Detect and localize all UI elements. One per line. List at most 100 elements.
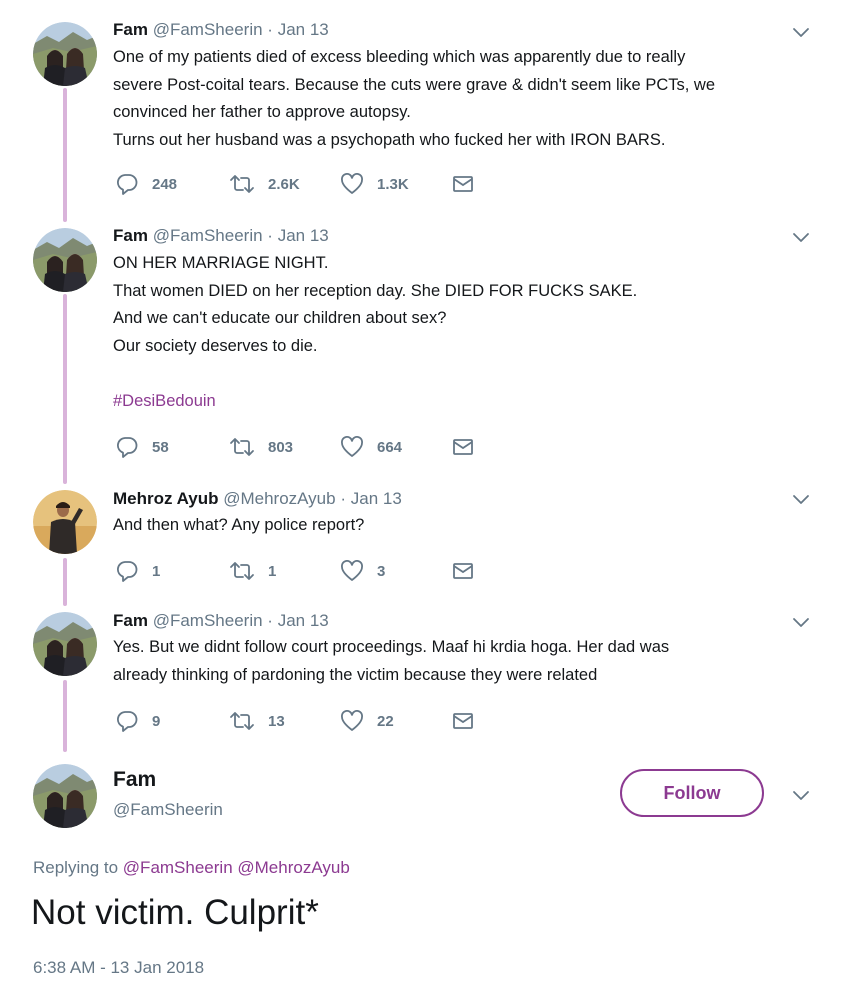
tweet-text: One of my patients died of excess bleedi… — [113, 44, 813, 154]
like-button[interactable]: 664 — [340, 436, 402, 458]
tweet-text-line: convinced her father to approve autopsy. — [113, 103, 411, 121]
retweet-count: 1 — [268, 562, 277, 580]
retweet-button[interactable]: 1 — [229, 560, 276, 582]
mention-link[interactable]: @FamSheerin — [123, 858, 233, 877]
reply-button[interactable]: 1 — [116, 560, 160, 582]
chevron-down-icon[interactable] — [792, 232, 810, 244]
chevron-down-icon[interactable] — [792, 494, 810, 506]
avatar[interactable] — [33, 764, 97, 828]
author-handle[interactable]: @FamSheerin — [113, 800, 223, 820]
separator: · — [340, 489, 346, 508]
tweet-date[interactable]: Jan 13 — [278, 226, 329, 245]
like-button[interactable]: 3 — [340, 560, 385, 582]
tweet-text: ON HER MARRIAGE NIGHT. That women DIED o… — [113, 250, 813, 415]
chevron-down-icon[interactable] — [792, 27, 810, 39]
tweet-text-line: Yes. But we didnt follow court proceedin… — [113, 638, 670, 656]
envelope-icon — [452, 710, 474, 732]
retweet-icon — [229, 560, 255, 582]
follow-button[interactable]: Follow — [620, 769, 764, 817]
retweet-count: 803 — [268, 438, 294, 456]
retweet-button[interactable]: 2.6K — [229, 173, 300, 195]
direct-message-button[interactable] — [452, 436, 474, 458]
avatar[interactable] — [33, 22, 97, 86]
tweet-timestamp[interactable]: 6:38 AM - 13 Jan 2018 — [33, 958, 204, 978]
direct-message-button[interactable] — [452, 173, 474, 195]
reply-icon — [116, 710, 138, 732]
separator: · — [267, 611, 273, 630]
tweet-text-line: One of my patients died of excess bleedi… — [113, 48, 686, 66]
heart-icon — [340, 560, 364, 582]
avatar[interactable] — [33, 490, 97, 554]
chevron-down-icon[interactable] — [792, 617, 810, 629]
author-handle[interactable]: @MehrozAyub — [223, 489, 335, 508]
tweet-text-line: That women DIED on her reception day. Sh… — [113, 281, 638, 300]
reply-button[interactable]: 248 — [116, 173, 177, 195]
direct-message-button[interactable] — [452, 560, 474, 582]
envelope-icon — [452, 173, 474, 195]
replying-to: Replying to @FamSheerin @MehrozAyub — [33, 858, 350, 878]
tweet-header: Fam @FamSheerin · Jan 13 — [113, 226, 329, 246]
tweet-text-line: And we can't educate our children about … — [113, 309, 447, 327]
tweet-header: Fam @FamSheerin · Jan 13 — [113, 611, 329, 631]
thread-line — [63, 558, 67, 606]
retweet-icon — [229, 173, 255, 195]
avatar[interactable] — [33, 612, 97, 676]
retweet-count: 2.6K — [268, 175, 300, 193]
reply-count: 58 — [152, 438, 169, 456]
retweet-icon — [229, 436, 255, 458]
author-name[interactable]: Mehroz Ayub — [113, 489, 218, 508]
mention-link[interactable]: @MehrozAyub — [237, 858, 349, 877]
like-count: 3 — [377, 562, 386, 580]
like-button[interactable]: 1.3K — [340, 173, 409, 195]
retweet-icon — [229, 710, 255, 732]
tweet-text-line: ON HER MARRIAGE NIGHT. — [113, 254, 329, 272]
author-handle[interactable]: @FamSheerin — [153, 611, 263, 630]
heart-icon — [340, 436, 364, 458]
author-handle[interactable]: @FamSheerin — [153, 226, 263, 245]
thread-line — [63, 680, 67, 752]
like-count: 22 — [377, 712, 394, 730]
reply-count: 1 — [152, 562, 161, 580]
tweet-text-line: Turns out her husband was a psychopath w… — [113, 130, 666, 149]
chevron-down-icon[interactable] — [792, 790, 810, 802]
author-name[interactable]: Fam — [113, 20, 148, 39]
retweet-button[interactable]: 803 — [229, 436, 293, 458]
reply-button[interactable]: 58 — [116, 436, 169, 458]
author-name[interactable]: Fam — [113, 768, 156, 792]
author-name[interactable]: Fam — [113, 611, 148, 630]
like-button[interactable]: 22 — [340, 710, 394, 732]
author-handle[interactable]: @FamSheerin — [153, 20, 263, 39]
heart-icon — [340, 710, 364, 732]
tweet-date[interactable]: Jan 13 — [278, 611, 329, 630]
tweet-date[interactable]: Jan 13 — [351, 489, 402, 508]
thread-line — [63, 294, 67, 484]
tweet-header: Mehroz Ayub @MehrozAyub · Jan 13 — [113, 489, 402, 509]
tweet-date[interactable]: Jan 13 — [278, 20, 329, 39]
retweet-button[interactable]: 13 — [229, 710, 285, 732]
reply-icon — [116, 436, 138, 458]
tweet-text-line: And then what? Any police report? — [113, 516, 365, 534]
like-count: 664 — [377, 438, 403, 456]
envelope-icon — [452, 560, 474, 582]
reply-count: 9 — [152, 712, 161, 730]
tweet-text-line: Our society deserves to die. — [113, 336, 318, 355]
tweet-text-line: severe Post-coital tears. Because the cu… — [113, 75, 716, 94]
retweet-count: 13 — [268, 712, 285, 730]
tweet-text-line: already thinking of pardoning the victim… — [113, 665, 598, 684]
direct-message-button[interactable] — [452, 710, 474, 732]
hashtag-link[interactable]: #DesiBedouin — [113, 388, 813, 416]
reply-icon — [116, 560, 138, 582]
author-name[interactable]: Fam — [113, 226, 148, 245]
separator: · — [267, 226, 273, 245]
replying-prefix: Replying to — [33, 858, 119, 877]
like-count: 1.3K — [377, 175, 409, 193]
envelope-icon — [452, 436, 474, 458]
reply-button[interactable]: 9 — [116, 710, 160, 732]
avatar[interactable] — [33, 228, 97, 292]
tweet-text: And then what? Any police report? — [113, 512, 813, 540]
thread-line — [63, 88, 67, 222]
tweet-header: Fam @FamSheerin · Jan 13 — [113, 20, 329, 40]
reply-icon — [116, 173, 138, 195]
tweet-text: Yes. But we didnt follow court proceedin… — [113, 634, 813, 689]
reply-count: 248 — [152, 175, 178, 193]
